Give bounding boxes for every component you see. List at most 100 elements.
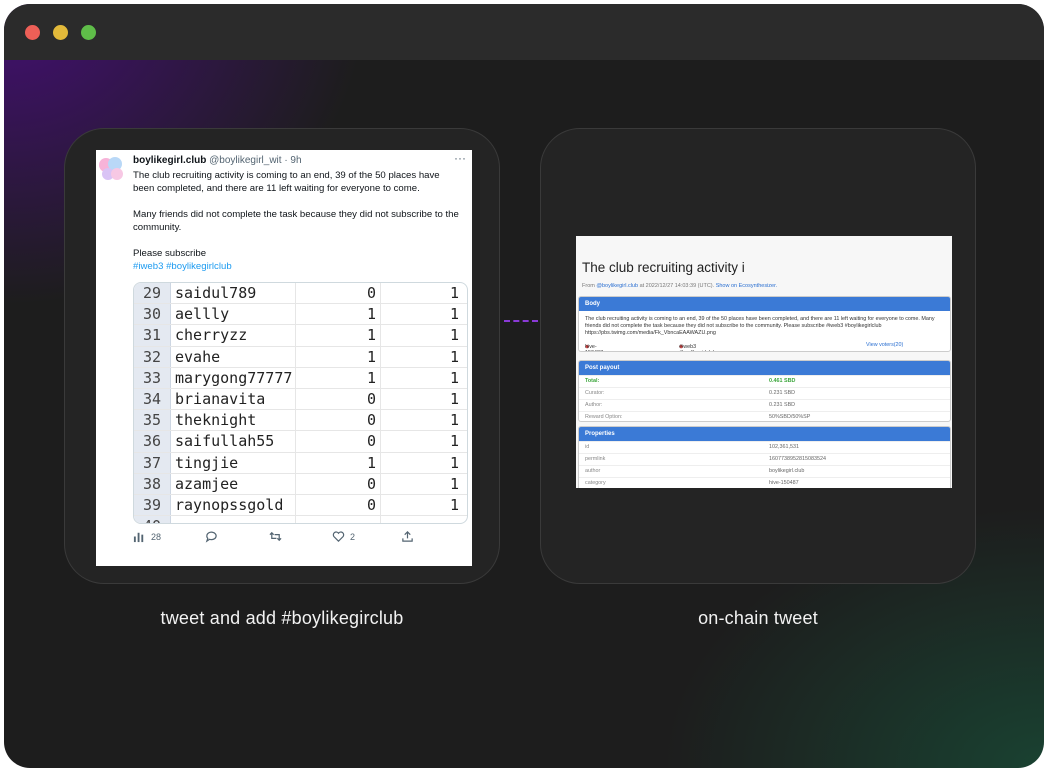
hashtag-tag-label: #iweb3 #boylikegirlclub (679, 344, 716, 351)
value-cell: 0 (295, 388, 381, 411)
value-cell (380, 515, 467, 523)
value-cell: 1 (380, 324, 467, 347)
username-cell: azamjee (170, 473, 296, 495)
username-cell: tingjie (170, 452, 296, 474)
property-value: 50%SBD/50%SP (769, 414, 811, 420)
value-cell: 1 (380, 473, 467, 495)
body-header: Body (579, 297, 950, 311)
more-options-icon[interactable]: ··· (454, 151, 466, 165)
property-row: Curator: 0.231 SBD (579, 387, 950, 399)
value-cell: 1 (380, 283, 467, 305)
property-row: Total: 0.461 SBD (579, 375, 950, 387)
table-row: 37 tingjie 1 1 (134, 452, 467, 474)
username-cell: brianavita (170, 388, 296, 411)
value-cell: 1 (380, 409, 467, 432)
value-cell: 1 (380, 430, 467, 453)
property-key: category (585, 480, 606, 486)
ecosynthesizer-link[interactable]: Show on Ecosynthesizer. (716, 283, 777, 289)
row-number: 33 (134, 367, 171, 389)
property-key: id (585, 444, 590, 450)
tweet-hashtags[interactable]: #iweb3 #boylikegirlclub (133, 260, 463, 273)
username-cell (170, 515, 296, 523)
value-cell: 1 (380, 303, 467, 326)
row-number: 38 (134, 473, 171, 495)
payout-rows: Total: 0.461 SBD Curator: 0.231 SBD Author: 0… (579, 375, 950, 421)
on-chain-screenshot: The club recruiting activity i From @boy… (576, 236, 952, 488)
like-action[interactable]: 2 (332, 530, 355, 543)
username-cell: saifullah55 (170, 430, 296, 453)
retweet-icon (269, 531, 282, 542)
reply-action[interactable] (205, 530, 218, 543)
property-row: Reward Option: 50%SBD/50%SP (579, 411, 950, 421)
connector-line (504, 320, 538, 322)
retweet-action[interactable] (269, 530, 282, 543)
heart-icon (332, 531, 345, 542)
tweet-header: boylikegirl.club @boylikegirl_wit · 9h (133, 155, 302, 166)
row-number: 30 (134, 303, 171, 326)
value-cell: 0 (295, 430, 381, 453)
from-label: From (582, 283, 595, 289)
value-cell: 1 (295, 346, 381, 368)
table-body: 29 saidul789 0 1 30 aellly 1 1 31 cherryzz 1 1 32 eva… (134, 283, 467, 523)
payout-panel: Post payout Total: 0.461 SBD Curator: 0.231… (578, 360, 951, 422)
close-window-button[interactable] (25, 25, 40, 40)
username-cell: theknight (170, 409, 296, 432)
value-cell: 1 (380, 367, 467, 389)
property-key: Curator: (585, 390, 605, 396)
author-link[interactable]: @boylikegirl.club (596, 283, 638, 289)
value-cell: 0 (295, 473, 381, 495)
table-row: 39 raynopssgold 0 1 (134, 494, 467, 517)
table-row: 33 marygong77777 1 1 (134, 367, 467, 389)
maximize-window-button[interactable] (81, 25, 96, 40)
value-cell: 0 (295, 283, 381, 305)
tweet-paragraph: Many friends did not complete the task b… (133, 209, 459, 233)
row-number: 32 (134, 346, 171, 368)
body-panel: Body The club recruiting activity is com… (578, 296, 951, 352)
post-title: The club recruiting activity i (582, 260, 745, 275)
views-count: 28 (151, 531, 162, 542)
tweet-actions: 28 2 (133, 530, 453, 546)
tweet-screenshot: boylikegirl.club @boylikegirl_wit · 9h ·… (96, 150, 472, 566)
body-footer: ◆ hive-150487 ◆ #iweb3 #boylikegirlclub … (579, 340, 950, 351)
row-number: 40 (134, 515, 171, 523)
property-value: 0.231 SBD (769, 402, 796, 408)
value-cell: 1 (380, 346, 467, 368)
tweet-text: The club recruiting activity is coming t… (133, 169, 463, 286)
analytics-icon (133, 532, 144, 543)
property-value: boylikegirl.club (769, 468, 805, 474)
post-meta: From @boylikegirl.club at 2022/12/27 14:… (582, 283, 777, 289)
views-action[interactable]: 28 (133, 530, 161, 543)
author-handle: @boylikegirl_wit · 9h (209, 155, 302, 166)
tweet-image-table[interactable]: 29 saidul789 0 1 30 aellly 1 1 31 cherryzz 1 1 32 eva… (133, 282, 468, 524)
table-row: 38 azamjee 0 1 (134, 473, 467, 495)
table-row: 30 aellly 1 1 (134, 303, 467, 326)
value-cell: 1 (380, 494, 467, 517)
value-cell: 0 (295, 494, 381, 517)
avatar[interactable] (96, 154, 126, 184)
community-tag-label: hive-150487 (585, 344, 603, 351)
property-value: 1607738952815083524 (769, 456, 826, 462)
username-cell: cherryzz (170, 324, 296, 347)
username-cell: marygong77777 (170, 367, 296, 389)
table-row: 36 saifullah55 0 1 (134, 430, 467, 453)
property-key: Reward Option: (585, 414, 623, 420)
row-number: 35 (134, 409, 171, 432)
tweet-paragraph: The club recruiting activity is coming t… (133, 170, 440, 194)
on-chain-caption: on-chain tweet (698, 608, 818, 628)
value-cell: 1 (380, 452, 467, 474)
properties-rows: id 102,361,531 permlink 1607738952815083524… (579, 441, 950, 488)
row-number: 31 (134, 324, 171, 347)
tweet-paragraph: Please subscribe (133, 248, 207, 259)
property-row: Author: 0.231 SBD (579, 399, 950, 411)
likes-count: 2 (350, 531, 356, 542)
row-number: 36 (134, 430, 171, 453)
minimize-window-button[interactable] (53, 25, 68, 40)
properties-header: Properties (579, 427, 950, 441)
value-cell: 0 (295, 409, 381, 432)
username-cell: evahe (170, 346, 296, 368)
view-voters-link[interactable]: View voters(20) (866, 342, 903, 348)
value-cell: 1 (295, 367, 381, 389)
author-name[interactable]: boylikegirl.club (133, 155, 206, 166)
share-action[interactable] (401, 530, 414, 543)
property-row: author boylikegirl.club (579, 465, 950, 477)
